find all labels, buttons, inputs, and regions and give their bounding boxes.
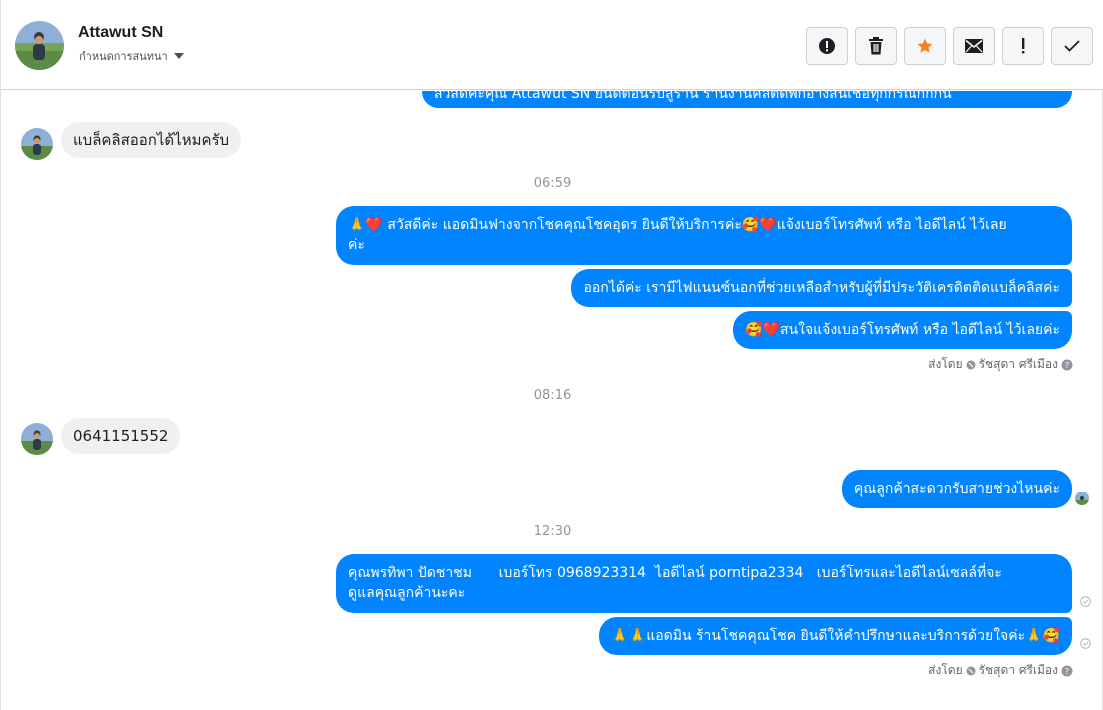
delivered-check-icon [1080, 638, 1091, 649]
help-icon[interactable]: ? [1061, 665, 1073, 677]
message-thread[interactable]: สวัสดีค่ะคุณ Attawut SN ยินดีต้อนรับสู่ร… [1, 91, 1103, 710]
sent-by-indicator: ส่งโดย รัชสุดา ศรีเมือง ? [928, 355, 1073, 374]
admin-badge-icon [966, 666, 976, 675]
mark-done-button[interactable] [1051, 27, 1093, 65]
sender-name[interactable]: รัชสุดา ศรีเมือง [979, 661, 1058, 680]
conversation-toolbar [806, 27, 1093, 65]
seen-avatar [1075, 491, 1089, 505]
message-incoming[interactable]: แบล็คลิสออกได้ไหมครับ [61, 122, 242, 158]
assign-label: กำหนดการสนทนา [79, 50, 168, 63]
messenger-window: Attawut SN กำหนดการสนทนา สวัสดีค่ะคุณ At… [0, 0, 1103, 710]
message-outgoing[interactable]: คุณลูกค้าสะดวกรับสายช่วงไหนค่ะ [841, 470, 1072, 508]
message-outgoing[interactable]: 🙏🙏แอดมิน ร้านโชคคุณโชค ยินดีให้คำปรึกษาแ… [599, 617, 1072, 655]
message-incoming[interactable]: 0641151552 [61, 418, 181, 454]
timestamp: 12:30 [533, 524, 572, 539]
message-outgoing[interactable]: 🙏❤️ สวัสดีค่ะ แอดมินฟางจากโชคคุณโชคอุดร … [336, 206, 1072, 265]
conversation-header: Attawut SN กำหนดการสนทนา [1, 0, 1103, 90]
message-outgoing[interactable]: 🥰❤️สนใจแจ้งเบอร์โทรศัพท์ หรือ ไอดีไลน์ ไ… [733, 311, 1072, 349]
check-icon [1064, 40, 1080, 52]
svg-text:?: ? [1065, 667, 1069, 676]
alert-circle-icon [819, 38, 835, 54]
assign-conversation-dropdown[interactable]: กำหนดการสนทนา [79, 47, 184, 65]
contact-name[interactable]: Attawut SN [78, 24, 163, 42]
message-outgoing[interactable]: ออกได้ค่ะ เรามีไฟแนนซ์นอกที่ช่วยเหลือสำห… [571, 269, 1072, 307]
contact-avatar-small[interactable] [21, 423, 53, 455]
exclamation-icon [1022, 38, 1025, 54]
contact-avatar-small[interactable] [21, 128, 53, 160]
spam-button[interactable] [1002, 27, 1044, 65]
sent-by-indicator: ส่งโดย รัชสุดา ศรีเมือง ? [928, 661, 1073, 680]
timestamp: 06:59 [533, 176, 572, 191]
message-outgoing[interactable]: คุณพรทิพา ปัดชาชม เบอร์โทร 0968923314 ไอ… [336, 554, 1072, 613]
trash-icon [869, 37, 883, 55]
sender-name[interactable]: รัชสุดา ศรีเมือง [979, 355, 1058, 374]
admin-badge-icon [966, 360, 976, 369]
contact-avatar[interactable] [15, 21, 64, 70]
help-icon[interactable]: ? [1061, 359, 1073, 371]
report-button[interactable] [806, 27, 848, 65]
star-button[interactable] [904, 27, 946, 65]
mark-unread-button[interactable] [953, 27, 995, 65]
star-icon [917, 38, 933, 53]
delivered-check-icon [1080, 596, 1091, 607]
timestamp: 08:16 [533, 388, 572, 403]
delete-button[interactable] [855, 27, 897, 65]
svg-text:?: ? [1065, 361, 1069, 370]
caret-down-icon [173, 53, 184, 59]
mail-icon [965, 39, 983, 53]
message-outgoing-partial[interactable]: สวัสดีค่ะคุณ Attawut SN ยินดีต้อนรับสู่ร… [422, 91, 1072, 108]
